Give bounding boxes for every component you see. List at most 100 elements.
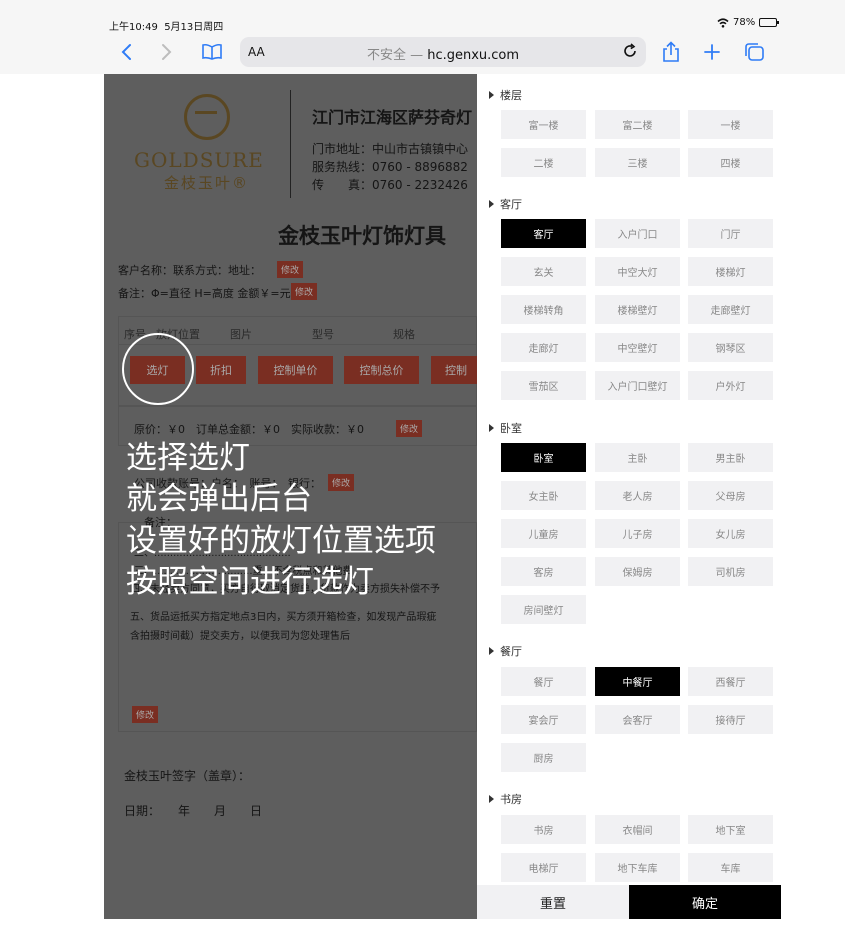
option-chip[interactable]: 房间壁灯 (501, 595, 586, 624)
option-chip[interactable]: 主卧 (595, 443, 680, 472)
highlight-circle (122, 333, 194, 405)
edit-terms-button[interactable]: 修改 (132, 706, 159, 723)
battery-percent: 78% (733, 17, 756, 28)
unit-price-button[interactable]: 控制单价 (258, 356, 333, 384)
option-chip[interactable]: 中空壁灯 (595, 333, 680, 362)
caption-line: 设置好的放灯位置选项 (126, 523, 436, 559)
option-chip[interactable]: 雪茄区 (501, 371, 586, 400)
option-chip[interactable]: 走廊壁灯 (688, 295, 773, 324)
option-chip[interactable]: 儿子房 (595, 519, 680, 548)
edit-totals-button[interactable]: 修改 (396, 420, 423, 437)
signature-line: 金枝玉叶签字（盖章）： (124, 769, 251, 783)
date: 5月13日周四 (164, 22, 224, 33)
url-display[interactable]: 不安全 — hc.genxu.com (240, 44, 646, 63)
status-time: 上午10:49 5月13日周四 (109, 18, 223, 33)
option-chip[interactable]: 二楼 (501, 148, 586, 177)
option-chip[interactable]: 父母房 (688, 481, 773, 510)
option-chip[interactable]: 电梯厅 (501, 853, 586, 882)
option-chip[interactable]: 保姆房 (595, 557, 680, 586)
option-chip[interactable]: 楼梯转角 (501, 295, 586, 324)
option-chip[interactable]: 四楼 (688, 148, 773, 177)
discount-button[interactable]: 折扣 (196, 356, 246, 384)
share-icon (663, 41, 679, 62)
caption-line: 就会弹出后台 (126, 481, 312, 517)
share-button[interactable] (660, 39, 682, 65)
option-chip[interactable]: 接待厅 (688, 705, 773, 734)
confirm-button[interactable]: 确定 (629, 885, 781, 919)
book-icon (202, 43, 222, 60)
section-header[interactable]: 书房 (489, 791, 522, 807)
option-chip[interactable]: 地下室 (688, 815, 773, 844)
option-chip[interactable]: 门厅 (688, 219, 773, 248)
option-chip[interactable]: 楼梯灯 (688, 257, 773, 286)
option-chip[interactable]: 宴会厅 (501, 705, 586, 734)
option-chip[interactable]: 入户门口 (595, 219, 680, 248)
clock: 上午10:49 (109, 22, 158, 33)
option-chip[interactable]: 一楼 (688, 110, 773, 139)
battery-icon (759, 18, 780, 27)
option-chip[interactable]: 厨房 (501, 743, 586, 772)
option-chip[interactable]: 客房 (501, 557, 586, 586)
total-price-button[interactable]: 控制总价 (344, 356, 419, 384)
header-divider (290, 90, 291, 198)
insecure-label: 不安全 — (366, 48, 428, 63)
triangle-right-icon (489, 424, 494, 432)
option-chip[interactable]: 地下车库 (595, 853, 680, 882)
triangle-right-icon (489, 647, 494, 655)
option-chip[interactable]: 老人房 (595, 481, 680, 510)
option-chip[interactable]: 会客厅 (595, 705, 680, 734)
section-header[interactable]: 卧室 (489, 420, 522, 436)
option-chip[interactable]: 三楼 (595, 148, 680, 177)
back-button[interactable] (116, 39, 136, 65)
section-header[interactable]: 客厅 (489, 196, 522, 212)
bookmarks-button[interactable] (199, 39, 225, 65)
option-chip[interactable]: 走廊灯 (501, 333, 586, 362)
reload-icon (624, 43, 636, 57)
option-chip[interactable]: 男主卧 (688, 443, 773, 472)
store-address: 门市地址：中山市古镇镇中心 (312, 142, 469, 156)
option-chip[interactable]: 儿童房 (501, 519, 586, 548)
option-chip[interactable]: 富二楼 (595, 110, 680, 139)
option-chip[interactable]: 女主卧 (501, 481, 586, 510)
option-chip[interactable]: 女儿房 (688, 519, 773, 548)
new-tab-button[interactable] (701, 39, 723, 65)
tabs-overview-button[interactable] (742, 39, 766, 65)
control-button[interactable]: 控制 (431, 356, 477, 384)
option-chip[interactable]: 衣帽间 (595, 815, 680, 844)
option-chip[interactable]: 楼梯壁灯 (595, 295, 680, 324)
option-chip[interactable]: 卧室 (501, 443, 586, 472)
forward-button[interactable] (157, 39, 177, 65)
option-chip[interactable]: 书房 (501, 815, 586, 844)
reset-button[interactable]: 重置 (477, 885, 629, 919)
option-chip[interactable]: 餐厅 (501, 667, 586, 696)
tabs-icon (745, 43, 764, 61)
header-image: 图片 (230, 328, 252, 341)
term-line: 含拍摄时间截）提交卖方，以便我司为您处理售后 (130, 631, 350, 642)
option-chip[interactable]: 客厅 (501, 219, 586, 248)
option-chip[interactable]: 钢琴区 (688, 333, 773, 362)
edit-note-button[interactable]: 修改 (291, 283, 318, 300)
section-header[interactable]: 餐厅 (489, 643, 522, 659)
caption-line: 选择选灯 (126, 440, 250, 476)
option-chip[interactable]: 车库 (688, 853, 773, 882)
option-chip[interactable]: 西餐厅 (688, 667, 773, 696)
address-bar[interactable]: AA 不安全 — hc.genxu.com (240, 37, 646, 67)
date-line: 日期： 年 月 日 (124, 804, 263, 818)
term-line: 五、货品运抵买方指定地点3日内，买方须开箱检查，如发现产品瑕疵 (130, 612, 437, 623)
fax-number: 传 真：0760 - 2232426 (312, 178, 468, 192)
browser-toolbar: AA 不安全 — hc.genxu.com (0, 34, 845, 74)
edit-bank-button[interactable]: 修改 (328, 474, 355, 491)
reload-button[interactable] (622, 43, 638, 63)
option-chip[interactable]: 玄关 (501, 257, 586, 286)
option-chip[interactable]: 司机房 (688, 557, 773, 586)
company-name: 江门市江海区萨芬奇灯 (312, 108, 473, 127)
option-chip[interactable]: 富一楼 (501, 110, 586, 139)
option-chip[interactable]: 户外灯 (688, 371, 773, 400)
section-header[interactable]: 楼层 (489, 87, 522, 103)
option-chip[interactable]: 入户门口壁灯 (595, 371, 680, 400)
note-line: 备注：Φ=直径 H=高度 金额￥=元 (118, 287, 291, 300)
edit-customer-button[interactable]: 修改 (277, 261, 304, 278)
option-chip[interactable]: 中餐厅 (595, 667, 680, 696)
plus-icon (704, 44, 720, 60)
option-chip[interactable]: 中空大灯 (595, 257, 680, 286)
